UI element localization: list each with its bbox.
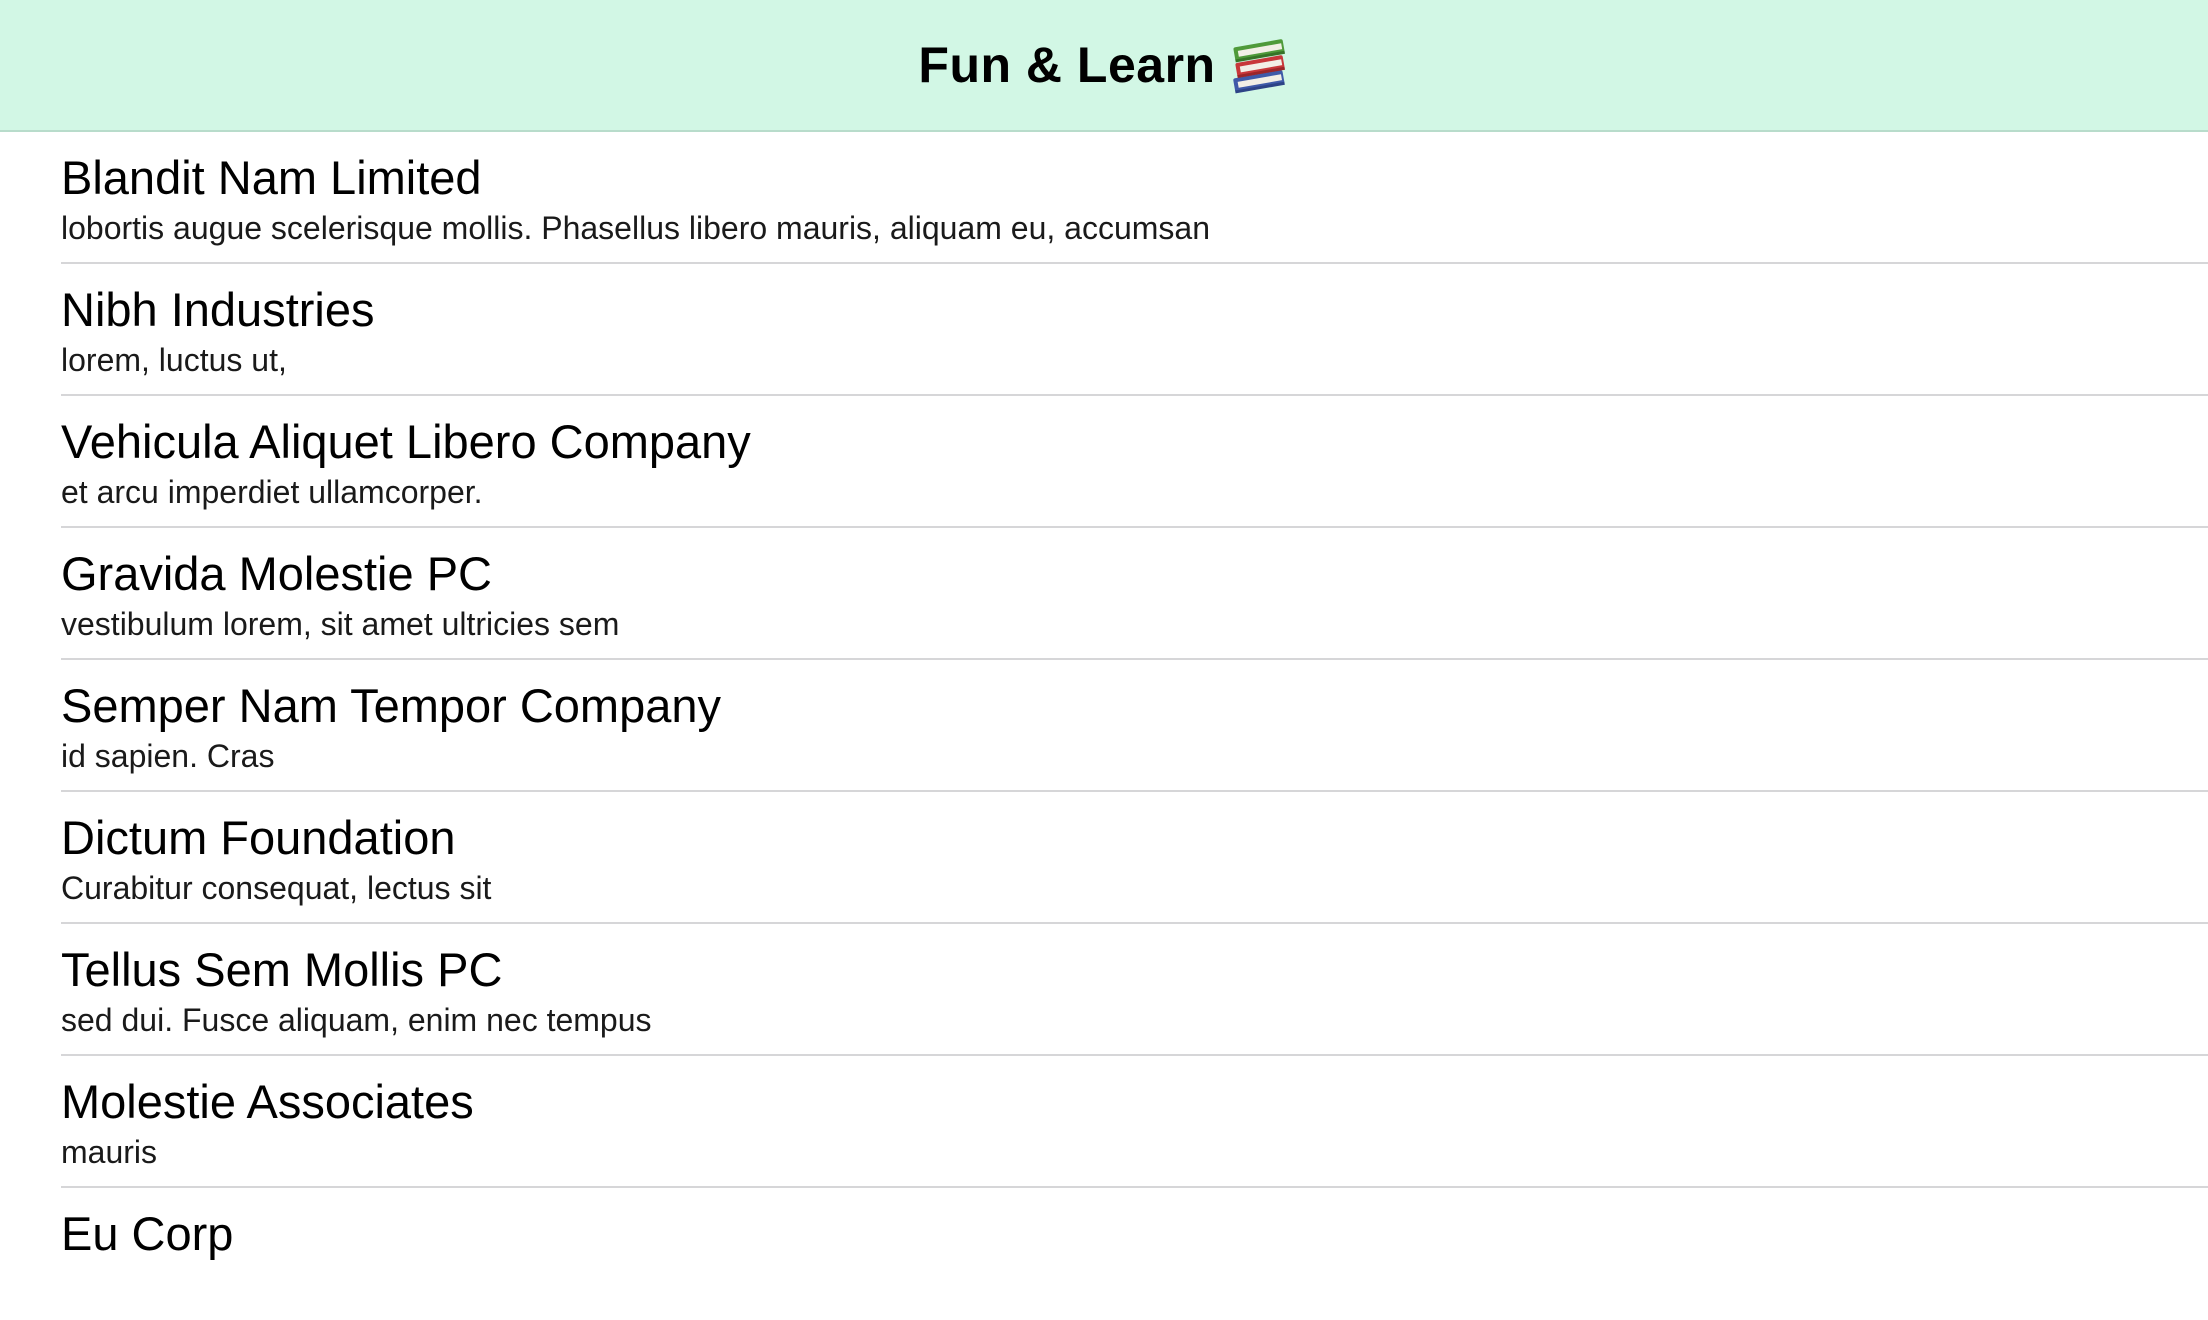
list-item[interactable]: Dictum Foundation Curabitur consequat, l… — [0, 792, 2208, 924]
list-item-subtitle: vestibulum lorem, sit amet ultricies sem — [61, 606, 620, 642]
list-item[interactable]: Eu Corp — [0, 1188, 2208, 1320]
navigation-bar: Fun & Learn — [0, 0, 2208, 132]
page-title: Fun & Learn — [918, 37, 1216, 93]
books-icon — [1230, 34, 1290, 96]
list-item-subtitle: lobortis augue scelerisque mollis. Phase… — [61, 210, 1210, 246]
list-item-title: Semper Nam Tempor Company — [61, 679, 721, 732]
list-item[interactable]: Semper Nam Tempor Company id sapien. Cra… — [0, 660, 2208, 792]
list-item-title: Eu Corp — [61, 1207, 234, 1260]
list-item-title: Blandit Nam Limited — [61, 151, 482, 204]
list-item-subtitle: id sapien. Cras — [61, 738, 275, 774]
list-item-subtitle: lorem, luctus ut, — [61, 342, 287, 378]
list-item[interactable]: Nibh Industries lorem, luctus ut, — [0, 264, 2208, 396]
list-item[interactable]: Blandit Nam Limited lobortis augue scele… — [0, 132, 2208, 264]
list-item-subtitle: sed dui. Fusce aliquam, enim nec tempus — [61, 1002, 652, 1038]
list-item-subtitle: mauris — [61, 1134, 158, 1170]
list-item-title: Nibh Industries — [61, 283, 375, 336]
nav-title-container: Fun & Learn — [918, 34, 1289, 96]
list-item[interactable]: Vehicula Aliquet Libero Company et arcu … — [0, 396, 2208, 528]
list-item[interactable]: Tellus Sem Mollis PC sed dui. Fusce aliq… — [0, 924, 2208, 1056]
list-item[interactable]: Gravida Molestie PC vestibulum lorem, si… — [0, 528, 2208, 660]
company-list: Blandit Nam Limited lobortis augue scele… — [0, 132, 2208, 1320]
list-item[interactable]: Molestie Associates mauris — [0, 1056, 2208, 1188]
list-item-title: Molestie Associates — [61, 1075, 474, 1128]
list-item-title: Dictum Foundation — [61, 811, 456, 864]
list-item-title: Vehicula Aliquet Libero Company — [61, 415, 751, 468]
list-item-subtitle: Curabitur consequat, lectus sit — [61, 870, 492, 906]
list-item-title: Gravida Molestie PC — [61, 547, 492, 600]
list-item-subtitle: et arcu imperdiet ullamcorper. — [61, 474, 483, 510]
list-item-title: Tellus Sem Mollis PC — [61, 943, 503, 996]
